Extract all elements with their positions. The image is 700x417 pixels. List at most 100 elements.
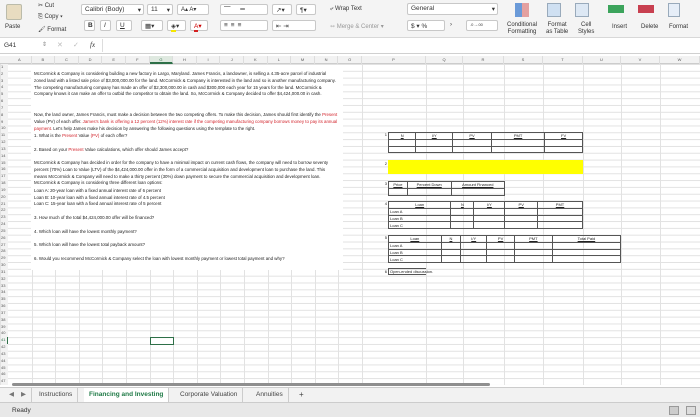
comma-button[interactable]: ›: [450, 22, 452, 28]
cut-button[interactable]: ✂ Cut: [38, 2, 54, 9]
row-header-41[interactable]: 41: [0, 337, 8, 345]
cell[interactable]: [504, 221, 539, 230]
row-header-19[interactable]: 19: [0, 186, 8, 194]
row-header-18[interactable]: 18: [0, 180, 8, 187]
name-box[interactable]: G41: [4, 42, 16, 49]
cell[interactable]: [440, 248, 462, 257]
row-header-28[interactable]: 28: [0, 248, 8, 256]
column-header-b[interactable]: B: [32, 56, 56, 64]
row-header-17[interactable]: 17: [0, 173, 8, 181]
column-header-s[interactable]: S: [504, 56, 543, 64]
cell[interactable]: [406, 187, 452, 196]
column-header-v[interactable]: V: [621, 56, 660, 64]
row-header-40[interactable]: 40: [0, 330, 8, 338]
column-header-i[interactable]: I: [197, 56, 221, 64]
cell[interactable]: [415, 138, 454, 147]
merge-center-button[interactable]: ⇿ Merge & Center ▾: [330, 23, 384, 30]
column-header-e[interactable]: E: [102, 56, 126, 64]
orientation-button[interactable]: ↗▾: [272, 4, 292, 15]
cell[interactable]: [551, 255, 622, 264]
page-layout-view-icon[interactable]: [686, 406, 696, 415]
cell[interactable]: [486, 255, 515, 264]
function-icon[interactable]: fx: [90, 41, 95, 49]
row-header-20[interactable]: 20: [0, 193, 8, 201]
cell[interactable]: [544, 145, 583, 154]
cell[interactable]: [452, 145, 492, 154]
font-grow-shrink[interactable]: A▴ A▾: [177, 4, 209, 15]
row-header-23[interactable]: 23: [0, 214, 8, 222]
sheet-tab-annuities[interactable]: Annuities: [251, 388, 289, 402]
column-header-k[interactable]: K: [244, 56, 268, 64]
column-header-j[interactable]: J: [220, 56, 244, 64]
column-header-p[interactable]: P: [362, 56, 426, 64]
cell[interactable]: [473, 214, 506, 223]
format-as-table-button[interactable]: Format as Table: [546, 22, 568, 36]
cell[interactable]: [537, 221, 583, 230]
cancel-icon[interactable]: ✕: [57, 41, 63, 49]
column-header-m[interactable]: M: [291, 56, 315, 64]
row-header-33[interactable]: 33: [0, 282, 8, 290]
number-format-select[interactable]: General ▾: [407, 3, 498, 15]
cell[interactable]: [450, 207, 475, 216]
copy-button[interactable]: ⎘ Copy ▾: [38, 14, 63, 21]
cell[interactable]: [460, 255, 488, 264]
font-color-button[interactable]: A▾: [190, 20, 208, 32]
column-header-f[interactable]: F: [126, 56, 150, 64]
row-header-32[interactable]: 32: [0, 275, 8, 283]
delete-button[interactable]: Delete: [641, 24, 658, 30]
add-sheet-button[interactable]: +: [294, 388, 309, 402]
cell[interactable]: [473, 221, 506, 230]
cell[interactable]: [551, 241, 622, 250]
row-header-37[interactable]: 37: [0, 309, 8, 317]
row-header-30[interactable]: 30: [0, 262, 8, 269]
template-6-cell[interactable]: Open-ended discussion.: [388, 268, 433, 275]
column-header-a[interactable]: A: [8, 56, 32, 64]
paste-button[interactable]: Paste: [5, 24, 20, 30]
column-header-u[interactable]: U: [583, 56, 621, 64]
row-header-1[interactable]: 1: [0, 64, 8, 71]
row-header-6[interactable]: 6: [0, 98, 8, 105]
bold-button[interactable]: B: [84, 20, 95, 31]
row-header-36[interactable]: 36: [0, 303, 8, 310]
fill-color-button[interactable]: ◈▾: [167, 20, 186, 32]
cell[interactable]: [544, 138, 583, 147]
conditional-formatting-button[interactable]: Conditional Formatting: [507, 22, 537, 36]
italic-button[interactable]: I: [100, 20, 111, 31]
row-header-39[interactable]: 39: [0, 323, 8, 331]
column-header-w[interactable]: W: [660, 56, 700, 64]
next-sheet-arrow[interactable]: ▶: [16, 388, 32, 402]
row-header-47[interactable]: 47: [0, 378, 8, 385]
cell[interactable]: [513, 241, 553, 250]
column-header-q[interactable]: Q: [426, 56, 463, 64]
column-header-g[interactable]: G: [149, 56, 174, 64]
font-size-select[interactable]: 11 ▾: [147, 4, 173, 15]
row-header-13[interactable]: 13: [0, 145, 8, 153]
row-header-34[interactable]: 34: [0, 289, 8, 297]
column-header-d[interactable]: D: [79, 56, 103, 64]
row-header-14[interactable]: 14: [0, 152, 8, 160]
column-header-n[interactable]: N: [315, 56, 339, 64]
cell[interactable]: [504, 207, 539, 216]
insert-button[interactable]: Insert: [612, 24, 627, 30]
column-header-h[interactable]: H: [173, 56, 197, 64]
row-header-27[interactable]: 27: [0, 241, 8, 249]
row-header-22[interactable]: 22: [0, 207, 8, 215]
row-header-9[interactable]: 9: [0, 118, 8, 126]
vertical-align-buttons[interactable]: ⎺ ═ ▁: [220, 4, 268, 21]
cell[interactable]: [440, 255, 462, 264]
row-header-29[interactable]: 29: [0, 255, 8, 263]
cell[interactable]: [460, 248, 488, 257]
row-header-5[interactable]: 5: [0, 91, 8, 99]
row-header-43[interactable]: 43: [0, 350, 8, 358]
cell[interactable]: [440, 241, 462, 250]
cell[interactable]: [504, 214, 539, 223]
indent-buttons[interactable]: ⇤ ⇥: [272, 20, 316, 31]
row-header-26[interactable]: 26: [0, 234, 8, 242]
column-header-l[interactable]: L: [268, 56, 292, 64]
font-name-select[interactable]: Calibri (Body) ▾: [81, 4, 144, 15]
format-painter-button[interactable]: 🖌 Format: [38, 26, 66, 33]
row-header-3[interactable]: 3: [0, 77, 8, 85]
row-header-38[interactable]: 38: [0, 316, 8, 324]
row-header-7[interactable]: 7: [0, 104, 8, 112]
cell[interactable]: [387, 138, 417, 147]
